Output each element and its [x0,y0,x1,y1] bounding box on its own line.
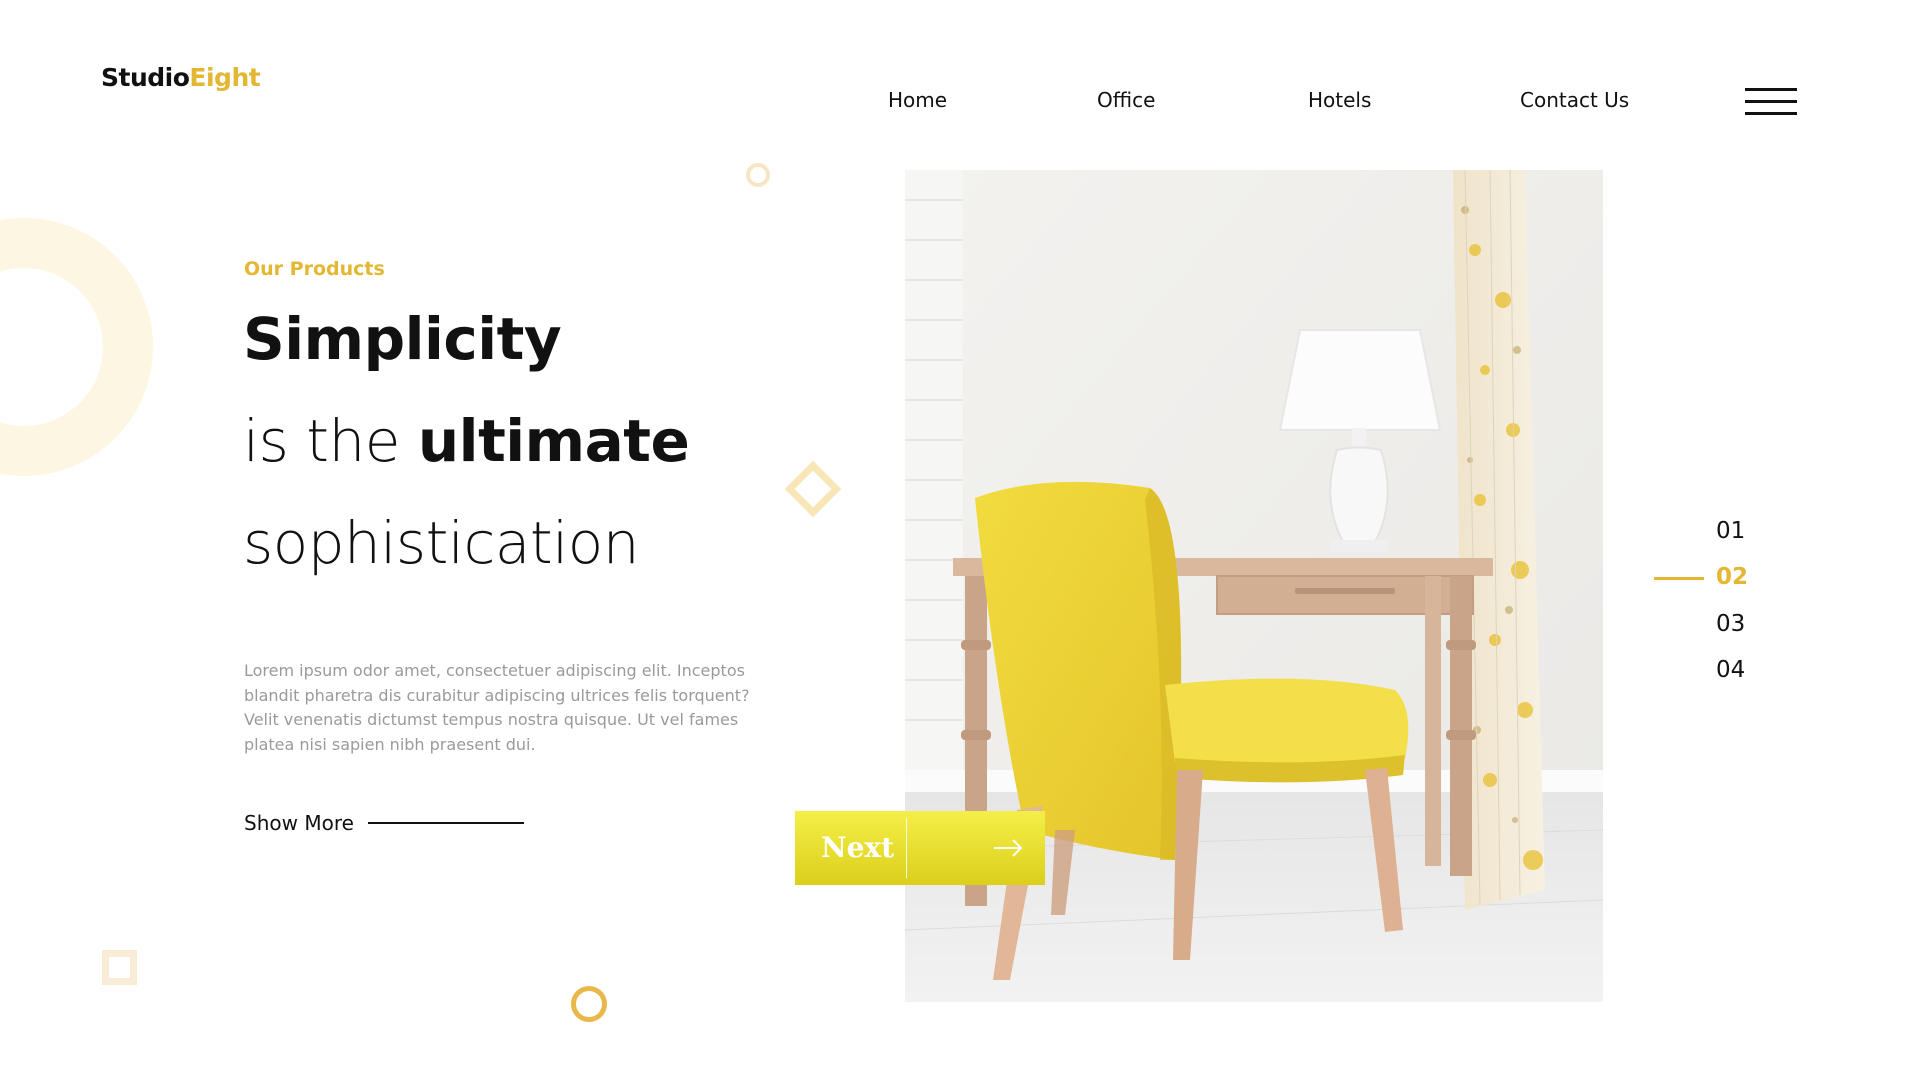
pagination-active-indicator [1654,577,1704,580]
next-label: Next [821,831,895,864]
pagination-item-04[interactable]: 04 [1716,657,1745,683]
decorative-square [102,950,137,985]
headline-line-2: is the ultimate [243,407,690,475]
show-more-label: Show More [244,811,354,835]
decorative-ring-bottom [571,986,607,1022]
headline-line-2-bold: ultimate [417,407,690,475]
main-nav: Home Office Hotels Contact Us [0,88,1920,114]
nav-item-home[interactable]: Home [888,88,947,112]
section-eyebrow: Our Products [244,258,385,280]
nav-item-contact-us[interactable]: Contact Us [1520,88,1629,112]
headline-line-1: Simplicity [243,305,562,373]
hamburger-bar [1745,88,1797,91]
arrow-right-icon [994,839,1023,857]
decorative-ring-large [0,218,153,476]
hamburger-bar [1745,100,1797,103]
nav-item-office[interactable]: Office [1097,88,1155,112]
nav-item-hotels[interactable]: Hotels [1308,88,1371,112]
pagination-item-02[interactable]: 02 [1716,564,1748,590]
next-divider [906,818,907,878]
hamburger-menu-icon[interactable] [1745,88,1797,116]
pagination-item-01[interactable]: 01 [1716,518,1745,544]
headline-line-3: sophistication [243,509,640,577]
decorative-diamond [784,460,842,518]
hamburger-bar [1745,112,1797,115]
show-more-underline [367,822,524,824]
show-more-link[interactable]: Show More [244,811,524,835]
headline-line-2-light: is the [243,407,418,475]
hero-description: Lorem ipsum odor amet, consectetuer adip… [244,661,750,754]
decorative-ring-small [746,163,770,187]
landing-page: StudioEight Home Office Hotels Contact U… [0,0,1920,1080]
pagination-item-03[interactable]: 03 [1716,611,1745,637]
next-button[interactable]: Next [795,811,1045,885]
